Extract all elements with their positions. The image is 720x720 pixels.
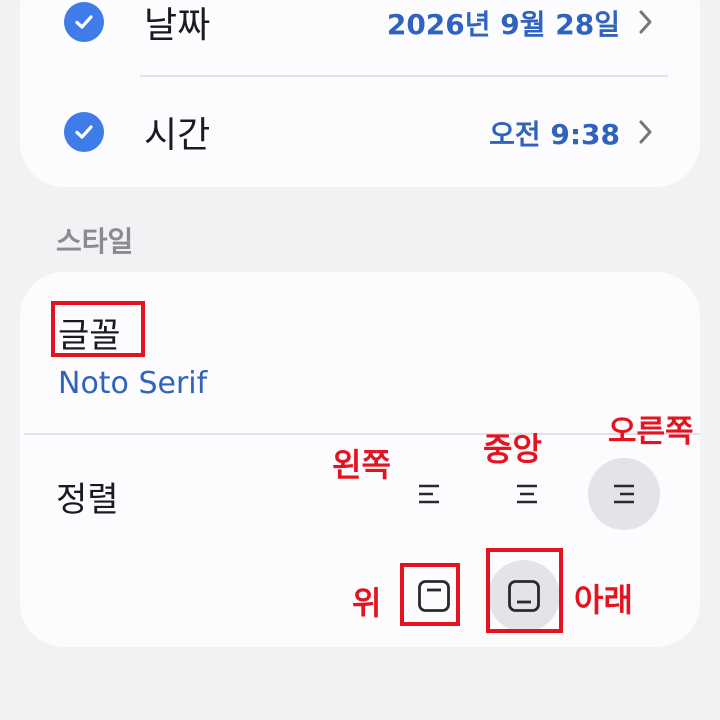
annotation-box-top — [400, 563, 460, 626]
divider — [24, 433, 700, 435]
annotation-top: 위 — [352, 584, 382, 622]
chevron-right-icon — [639, 10, 652, 34]
annotation-bottom: 아래 — [574, 581, 633, 619]
align-left-button[interactable] — [394, 458, 466, 530]
annotation-center: 중앙 — [483, 430, 542, 468]
align-right-icon — [614, 484, 634, 504]
time-label: 시간 — [144, 115, 211, 156]
check-icon[interactable] — [64, 112, 104, 152]
annotation-right: 오른쪽 — [608, 414, 694, 450]
check-icon[interactable] — [64, 2, 104, 42]
time-row[interactable]: 시간 오전 9:38 — [20, 82, 700, 182]
section-title: 스타일 — [56, 225, 134, 258]
align-center-icon — [517, 484, 537, 504]
date-value: 2026년 9월 28일 — [386, 8, 620, 41]
font-value: Noto Serif — [58, 366, 208, 401]
date-label: 날짜 — [144, 5, 211, 46]
align-left-icon — [419, 484, 439, 504]
annotation-left: 왼쪽 — [332, 446, 391, 484]
align-right-button[interactable] — [588, 458, 660, 530]
alignment-label: 정렬 — [56, 480, 119, 520]
date-row[interactable]: 날짜 2026년 9월 28일 — [20, 0, 700, 72]
time-value: 오전 9:38 — [489, 118, 620, 151]
datetime-card: 날짜 2026년 9월 28일 시간 오전 9:38 — [20, 0, 700, 187]
annotation-box-bottom — [486, 548, 563, 633]
chevron-right-icon — [639, 120, 652, 144]
divider — [140, 75, 668, 77]
annotation-box-font — [51, 301, 145, 357]
